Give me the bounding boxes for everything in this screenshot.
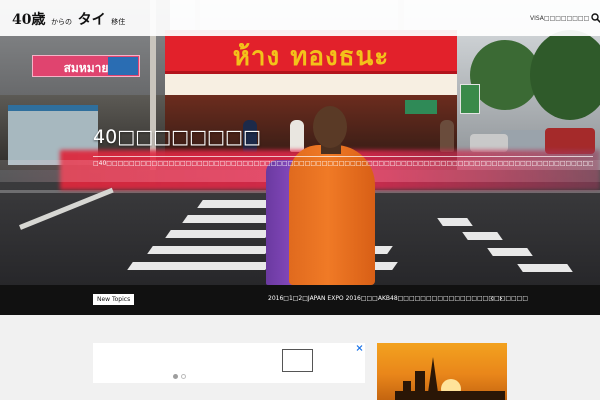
crosswalk-stripe: [127, 262, 271, 270]
hero-title[interactable]: 40□□□□□□□□: [93, 126, 261, 148]
street-sign: [405, 100, 437, 114]
crosswalk-stripe: [147, 246, 271, 254]
monk-head: [313, 106, 347, 148]
crosswalk-stripe: [437, 218, 473, 226]
ad-image[interactable]: [282, 349, 313, 372]
logo-main: 40歳: [12, 12, 46, 28]
store-sign-text: ห้าง ทองธนะ: [232, 42, 390, 72]
new-topics-badge: New Topics: [93, 294, 135, 305]
logo-thai: タイ: [77, 12, 106, 28]
search-link[interactable]: VISA□□□□□□□□: [530, 11, 600, 25]
street-sign: [460, 84, 480, 114]
crosswalk-stripe: [165, 230, 271, 238]
crosswalk-stripe: [517, 264, 573, 272]
crosswalk-stripe: [487, 248, 533, 256]
ticker-prev-button[interactable]: ‹: [490, 294, 494, 304]
site-header: 40歳 からの タイ 移住 VISA□□□□□□□□: [0, 0, 600, 36]
news-ticker: New Topics 2016□1□2□JAPAN EXPO 2016□□□AK…: [0, 285, 600, 315]
search-icon[interactable]: [591, 13, 600, 23]
store-sign-red: ห้าง ทองธนะ: [165, 30, 457, 74]
logo-from: からの: [51, 18, 73, 26]
crosswalk-stripe: [182, 215, 273, 223]
shop-sign-blue: [108, 57, 138, 75]
ad-carousel-dot[interactable]: [173, 374, 178, 379]
hero-subtitle: □40□□□□□□□□□□□□□□□□□□□□□□□□□□□□□□□□□□□□□…: [93, 160, 593, 167]
hero-image[interactable]: ห้าง ทองธนะ สมหมาย 40□□□□□□□□ □40□□□□□□□…: [0, 0, 600, 285]
pedestrian: [440, 120, 454, 152]
pedestrian: [290, 120, 304, 152]
ad-carousel-dot[interactable]: [181, 374, 186, 379]
content-area: [0, 315, 600, 400]
search-label: VISA□□□□□□□□: [530, 14, 590, 22]
ticker-headline[interactable]: 2016□1□2□JAPAN EXPO 2016□□□AKB48□□□□□□□□…: [268, 295, 528, 302]
page: ห้าง ทองธนะ สมหมาย 40□□□□□□□□ □40□□□□□□□…: [0, 0, 600, 400]
ad-choices-icon[interactable]: [355, 344, 364, 352]
article-thumbnail[interactable]: [377, 343, 507, 400]
crosswalk-stripe: [197, 200, 273, 208]
crosswalk-stripe: [462, 232, 503, 240]
hero-divider: [93, 156, 593, 157]
temple-base: [395, 391, 505, 400]
ticker-next-button[interactable]: ›: [499, 294, 503, 304]
site-logo[interactable]: 40歳 からの タイ 移住: [12, 9, 125, 29]
tree: [530, 30, 600, 120]
logo-resident: 移住: [111, 18, 126, 26]
ad-banner[interactable]: [93, 343, 365, 383]
